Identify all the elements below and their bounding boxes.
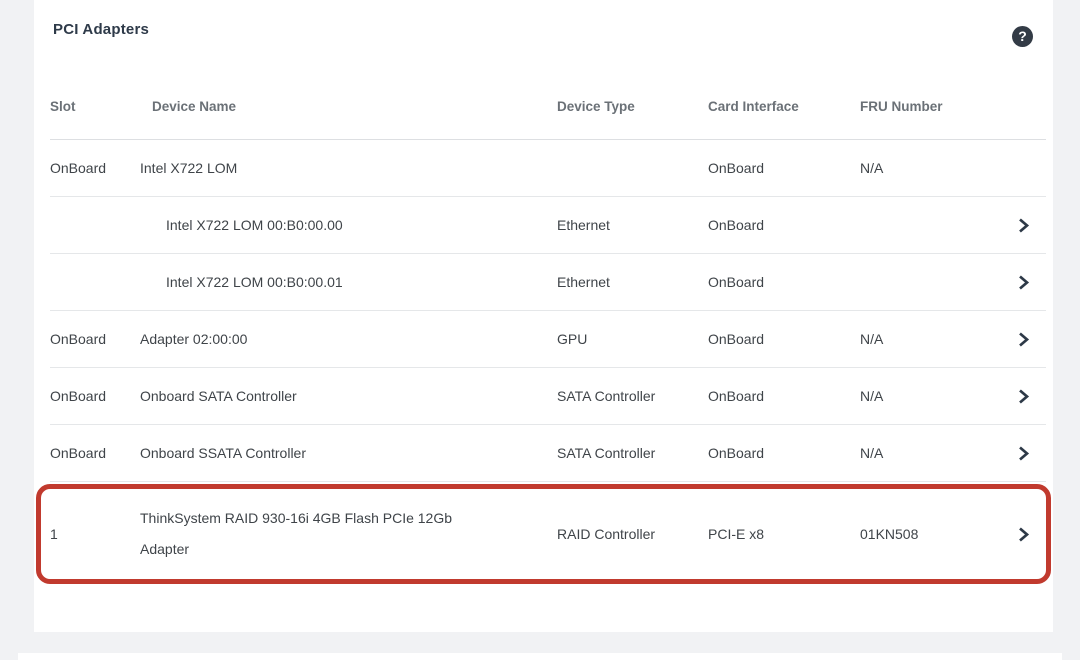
chevron-cell	[990, 216, 1046, 235]
fru-number-cell: N/A	[860, 445, 990, 461]
pci-adapters-card: PCI Adapters ? Slot Device Name Device T…	[34, 0, 1053, 632]
device-type-cell: Ethernet	[557, 217, 708, 233]
fru-number-cell: N/A	[860, 331, 990, 347]
table-row: OnBoard Intel X722 LOM OnBoard N/A	[50, 140, 1046, 197]
card-interface-cell: OnBoard	[708, 274, 860, 290]
device-name-cell: Adapter 02:00:00	[140, 324, 557, 355]
device-type-cell: SATA Controller	[557, 388, 708, 404]
slot-cell: OnBoard	[50, 160, 140, 176]
device-name-cell: Intel X722 LOM 00:B0:00.01	[140, 267, 557, 298]
column-header-card-interface: Card Interface	[708, 99, 860, 114]
table-row[interactable]: 1 ThinkSystem RAID 930-16i 4GB Flash PCI…	[50, 482, 1046, 586]
chevron-right-icon[interactable]	[1014, 273, 1032, 292]
device-name-cell: ThinkSystem RAID 930-16i 4GB Flash PCIe …	[140, 503, 557, 565]
chevron-cell	[990, 387, 1046, 406]
slot-cell: OnBoard	[50, 388, 140, 404]
table-header-row: Slot Device Name Device Type Card Interf…	[50, 42, 1046, 140]
column-header-device-type: Device Type	[557, 99, 708, 114]
chevron-cell	[990, 525, 1046, 544]
chevron-cell	[990, 444, 1046, 463]
column-header-fru-number: FRU Number	[860, 99, 990, 114]
fru-number-cell: 01KN508	[860, 526, 990, 542]
table-row[interactable]: Intel X722 LOM 00:B0:00.00 Ethernet OnBo…	[50, 197, 1046, 254]
device-name-cell: Intel X722 LOM 00:B0:00.00	[140, 210, 557, 241]
pci-adapters-table: Slot Device Name Device Type Card Interf…	[50, 42, 1046, 586]
slot-cell: OnBoard	[50, 445, 140, 461]
chevron-right-icon[interactable]	[1014, 444, 1032, 463]
help-icon[interactable]: ?	[1012, 26, 1033, 47]
table-body: OnBoard Intel X722 LOM OnBoard N/A Intel…	[50, 140, 1046, 586]
column-header-slot: Slot	[50, 99, 140, 114]
card-interface-cell: OnBoard	[708, 160, 860, 176]
table-row[interactable]: OnBoard Adapter 02:00:00 GPU OnBoard N/A	[50, 311, 1046, 368]
card-interface-cell: OnBoard	[708, 217, 860, 233]
chevron-right-icon[interactable]	[1014, 525, 1032, 544]
card-interface-cell: OnBoard	[708, 331, 860, 347]
device-name-cell: Onboard SSATA Controller	[140, 438, 557, 469]
chevron-right-icon[interactable]	[1014, 387, 1032, 406]
device-type-cell: RAID Controller	[557, 526, 708, 542]
device-name-cell: Onboard SATA Controller	[140, 381, 557, 412]
card-interface-cell: OnBoard	[708, 445, 860, 461]
device-name-cell: Intel X722 LOM	[140, 153, 557, 184]
chevron-cell	[990, 273, 1046, 292]
fru-number-cell: N/A	[860, 388, 990, 404]
column-header-device-name: Device Name	[140, 99, 557, 114]
card-interface-cell: OnBoard	[708, 388, 860, 404]
chevron-right-icon[interactable]	[1014, 216, 1032, 235]
device-type-cell: Ethernet	[557, 274, 708, 290]
card-interface-cell: PCI-E x8	[708, 526, 860, 542]
card-header: PCI Adapters ?	[34, 0, 1053, 42]
next-card-top-edge	[18, 653, 1062, 660]
table-row[interactable]: OnBoard Onboard SATA Controller SATA Con…	[50, 368, 1046, 425]
table-row[interactable]: OnBoard Onboard SSATA Controller SATA Co…	[50, 425, 1046, 482]
table-row[interactable]: Intel X722 LOM 00:B0:00.01 Ethernet OnBo…	[50, 254, 1046, 311]
page-title: PCI Adapters	[53, 21, 149, 38]
fru-number-cell: N/A	[860, 160, 990, 176]
device-type-cell: GPU	[557, 331, 708, 347]
slot-cell: OnBoard	[50, 331, 140, 347]
slot-cell: 1	[50, 526, 140, 542]
chevron-cell	[990, 330, 1046, 349]
device-type-cell: SATA Controller	[557, 445, 708, 461]
chevron-right-icon[interactable]	[1014, 330, 1032, 349]
